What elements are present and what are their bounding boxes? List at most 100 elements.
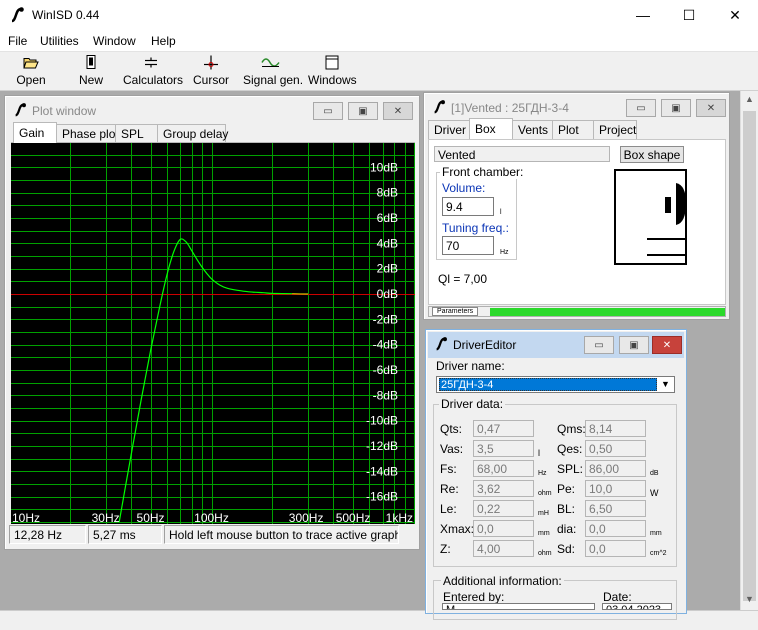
plot-window-logo-icon (15, 103, 26, 117)
tab-plot[interactable]: Plot (552, 120, 594, 139)
box-close-button[interactable]: ✕ (696, 99, 726, 117)
driver-editor-title-bar[interactable]: DriverEditor ▭ ▣ ✕ (428, 332, 684, 358)
tab-phase-plot[interactable]: Phase plot (56, 124, 119, 143)
box-minimize-button[interactable]: ▭ (626, 99, 656, 117)
xmax-label: Xmax: (440, 522, 475, 536)
x-tick-label: 30Hz (92, 511, 120, 524)
chart-grid (11, 143, 415, 524)
le-field[interactable]: 0,22 (473, 500, 534, 517)
dia-field[interactable]: 0,0 (585, 520, 646, 537)
xmax-field[interactable]: 0,0 (473, 520, 534, 537)
box-restore-button[interactable]: ▣ (661, 99, 691, 117)
le-unit: mH (538, 510, 549, 517)
y-tick-label: 0dB (377, 287, 398, 301)
pe-unit: W (650, 488, 659, 498)
driver-restore-button[interactable]: ▣ (619, 336, 649, 354)
chevron-down-icon[interactable]: ▼ (658, 378, 673, 391)
bl-field[interactable]: 6,50 (585, 500, 646, 517)
driver-minimize-button[interactable]: ▭ (584, 336, 614, 354)
z-field[interactable]: 4,00 (473, 540, 534, 557)
fs-unit: Hz (538, 470, 547, 477)
menu-utilities[interactable]: Utilities (40, 34, 79, 48)
plot-restore-button[interactable]: ▣ (348, 102, 378, 120)
menu-bar: File Utilities Window Help (0, 30, 758, 51)
dia-unit: mm (650, 530, 662, 537)
scroll-thumb[interactable] (743, 111, 756, 601)
calculators-label: Calculators (123, 73, 184, 87)
gain-chart[interactable]: 10dB 8dB 6dB 4dB 2dB 0dB -2dB -4dB -6dB -8dB -10dB… (11, 143, 415, 524)
x-tick-label: 50Hz (137, 511, 165, 524)
minimize-icon: — (636, 7, 650, 23)
y-tick-label: 4dB (377, 236, 398, 250)
scroll-up-icon[interactable]: ▲ (745, 94, 754, 104)
qes-field[interactable]: 0,50 (585, 440, 646, 457)
plot-minimize-button[interactable]: ▭ (313, 102, 343, 120)
minimize-button[interactable]: — (620, 0, 666, 30)
driver-name-value: 25ГДН-3-4 (439, 378, 657, 391)
menu-file[interactable]: File (8, 34, 27, 48)
ql-value: Ql = 7,00 (438, 272, 488, 286)
pe-field[interactable]: 10,0 (585, 480, 646, 497)
fs-label: Fs: (440, 462, 457, 476)
vertical-scrollbar[interactable]: ▲ ▼ (740, 91, 758, 610)
qms-field[interactable]: 8,14 (585, 420, 646, 437)
qes-label: Qes: (557, 442, 583, 456)
plot-close-button[interactable]: ✕ (383, 102, 413, 120)
tab-box[interactable]: Box (469, 118, 513, 139)
cursor-button[interactable]: Cursor (193, 54, 229, 90)
plot-status-bar: 12,28 Hz 5,27 ms Hold left mouse button … (9, 525, 416, 545)
qts-field[interactable]: 0,47 (473, 420, 534, 437)
open-button[interactable]: Open (12, 54, 50, 90)
dia-label: dia: (557, 522, 577, 536)
re-label: Re: (440, 482, 459, 496)
y-tick-label: -2dB (373, 312, 398, 326)
volume-label: Volume: (442, 181, 486, 195)
tab-driver[interactable]: Driver (428, 120, 470, 139)
tab-spl[interactable]: SPL (115, 124, 158, 143)
windows-button[interactable]: Windows (308, 54, 357, 90)
plot-window-title: Plot window (32, 104, 97, 118)
spl-field[interactable]: 86,00 (585, 460, 646, 477)
tab-gain[interactable]: Gain (13, 122, 57, 143)
parameters-tab[interactable]: Parameters (432, 307, 479, 316)
tuning-freq-input[interactable]: 70 (442, 236, 494, 255)
menu-window[interactable]: Window (93, 34, 136, 48)
scroll-down-icon[interactable]: ▼ (745, 594, 754, 604)
new-button[interactable]: New (74, 54, 108, 90)
re-field[interactable]: 3,62 (473, 480, 534, 497)
driver-name-select[interactable]: 25ГДН-3-4 ▼ (436, 376, 675, 393)
tab-project[interactable]: Project (593, 120, 637, 139)
tab-vents[interactable]: Vents (512, 120, 553, 139)
menu-help[interactable]: Help (151, 34, 176, 48)
close-button[interactable]: ✕ (712, 0, 758, 30)
app-title: WinISD 0.44 (32, 8, 100, 22)
x-tick-label: 1kHz (386, 511, 413, 524)
driver-close-button[interactable]: ✕ (652, 336, 682, 354)
close-icon: ✕ (393, 105, 403, 117)
entered-by-input[interactable]: M (442, 603, 595, 610)
maximize-icon: ☐ (682, 6, 696, 23)
plot-window-title-bar[interactable]: Plot window ▭ ▣ ✕ (7, 98, 417, 124)
re-unit: ohm (538, 490, 552, 497)
minimize-icon: ▭ (594, 339, 604, 351)
driver-editor-title: DriverEditor (453, 338, 517, 352)
close-icon: ✕ (706, 102, 716, 114)
date-label: Date: (603, 590, 632, 604)
vas-field[interactable]: 3,5 (473, 440, 534, 457)
y-tick-label: -8dB (373, 388, 398, 402)
box-type-field: Vented (434, 146, 610, 162)
entered-by-label: Entered by: (443, 590, 505, 604)
signal-gen-button[interactable]: Signal gen. (243, 54, 303, 90)
tab-group-delay[interactable]: Group delay (157, 124, 228, 143)
fs-field[interactable]: 68,00 (473, 460, 534, 477)
maximize-button[interactable]: ☐ (666, 0, 712, 30)
y-tick-label: 2dB (377, 262, 398, 276)
restore-icon: ▣ (671, 102, 681, 114)
volume-input[interactable]: 9.4 (442, 197, 494, 216)
date-input[interactable]: 03.04.2023 (602, 603, 672, 610)
calculators-button[interactable]: Calculators (123, 54, 184, 90)
qts-label: Qts: (440, 422, 463, 436)
box-shape-button[interactable]: Box shape (620, 146, 684, 163)
volume-unit: l (500, 209, 502, 216)
sd-field[interactable]: 0,0 (585, 540, 646, 557)
